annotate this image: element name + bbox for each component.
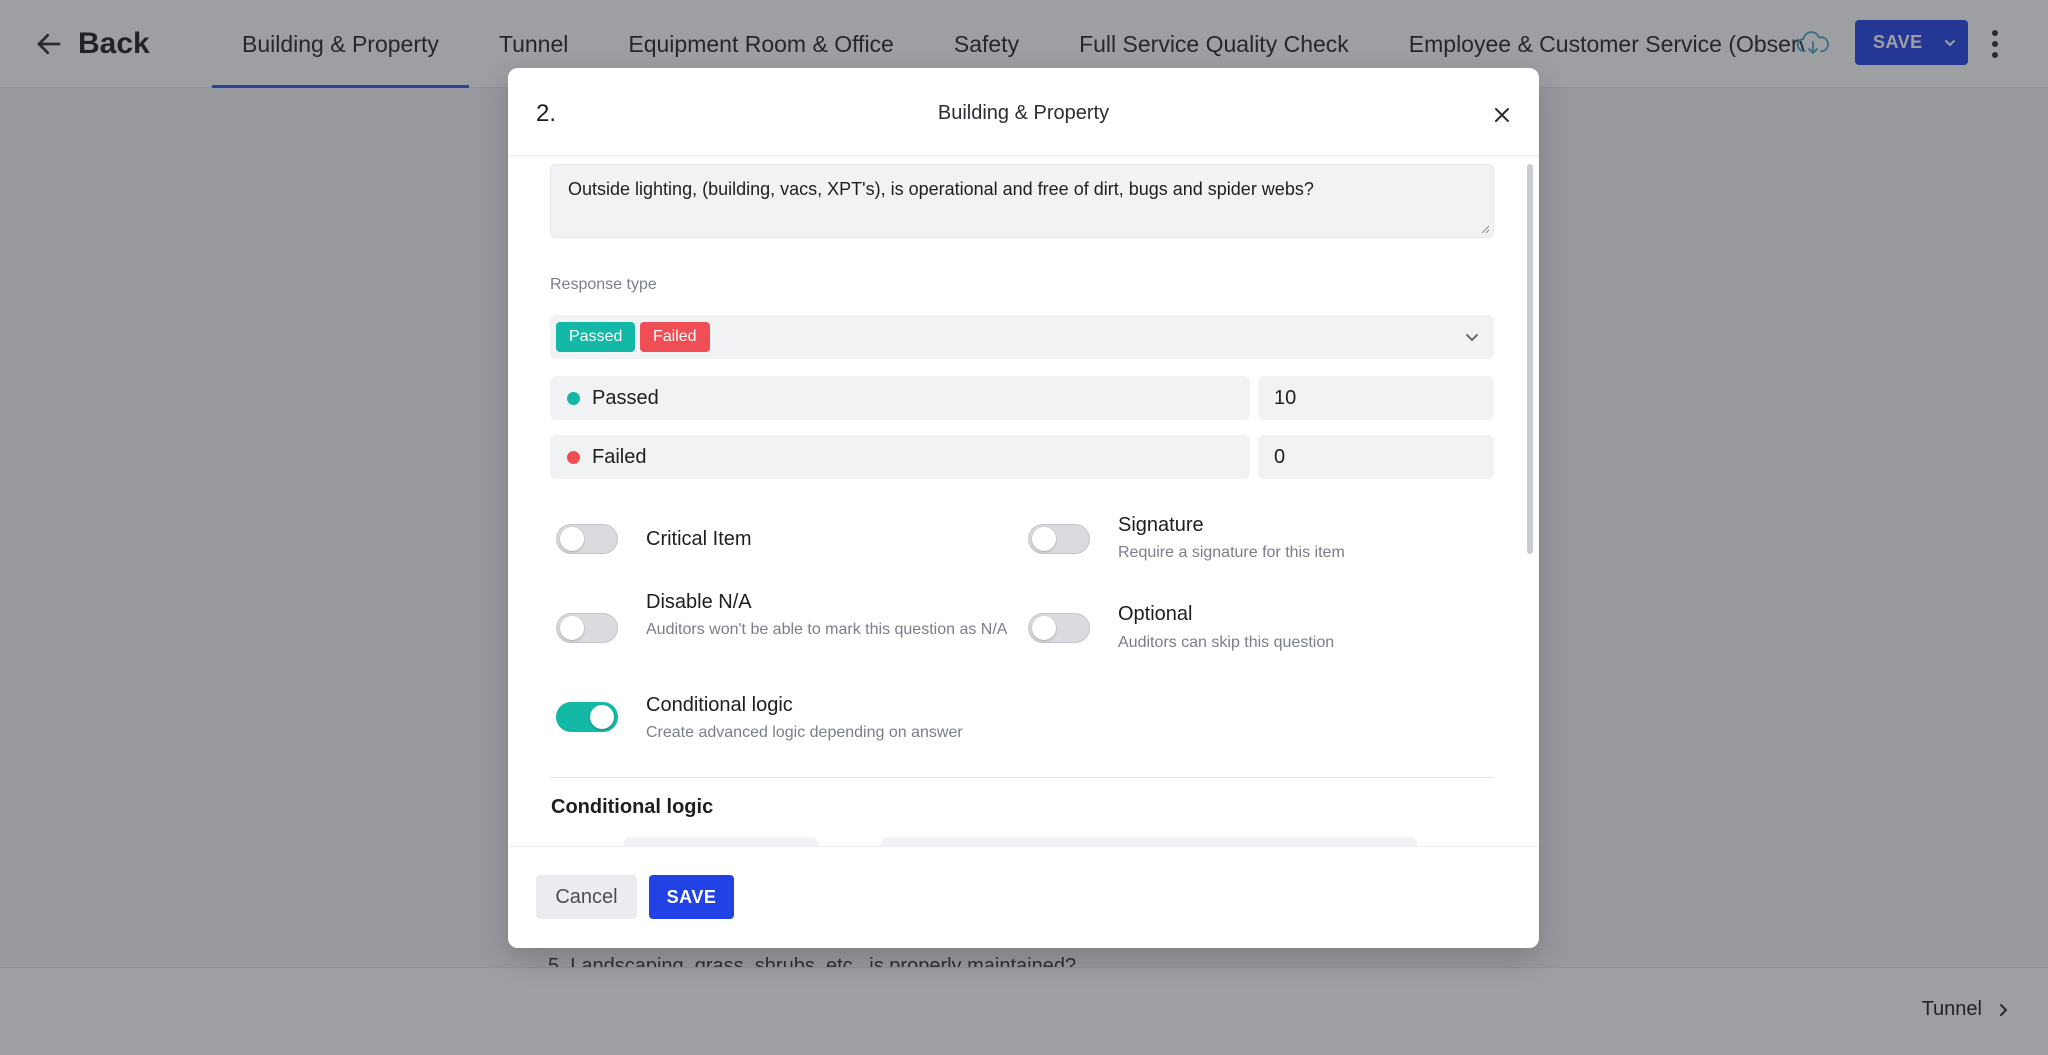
signature-toggle[interactable] — [1028, 524, 1090, 554]
response-label: Passed — [592, 386, 659, 409]
response-score-field[interactable]: 10 — [1258, 376, 1494, 420]
failed-dot-icon — [567, 450, 580, 464]
optional-label: Optional — [1118, 603, 1193, 625]
question-textarea[interactable]: Outside lighting, (building, vacs, XPT's… — [550, 164, 1494, 238]
conditional-logic-description: Create advanced logic depending on answe… — [646, 724, 963, 741]
modal-header: 2. Building & Property — [508, 68, 1539, 156]
divider — [550, 777, 1494, 778]
chip-failed: Failed — [640, 322, 710, 352]
conditional-logic-label: Conditional logic — [646, 694, 793, 716]
optional-toggle[interactable] — [1028, 613, 1090, 643]
disable-na-label: Disable N/A — [646, 591, 752, 613]
passed-dot-icon — [567, 391, 580, 405]
response-label-field[interactable]: Failed — [550, 435, 1250, 479]
save-button[interactable]: SAVE — [649, 875, 734, 919]
modal-footer: Cancel SAVE — [508, 846, 1539, 948]
critical-item-label: Critical Item — [646, 528, 752, 550]
disable-na-toggle[interactable] — [556, 613, 618, 643]
chevron-down-icon — [1466, 334, 1478, 341]
cancel-button[interactable]: Cancel — [536, 875, 637, 919]
response-score: 10 — [1274, 386, 1297, 409]
signature-description: Require a signature for this item — [1118, 544, 1345, 561]
response-score-field[interactable]: 0 — [1258, 435, 1494, 479]
response-label-field[interactable]: Passed — [550, 376, 1250, 420]
conditional-logic-toggle[interactable] — [556, 702, 618, 732]
response-row-passed: Passed 10 — [550, 376, 1494, 420]
modal-scrollbar[interactable] — [1527, 164, 1533, 554]
resize-handle-icon[interactable] — [1480, 224, 1490, 234]
close-icon[interactable] — [1493, 106, 1511, 124]
response-row-failed: Failed 0 — [550, 435, 1494, 479]
modal-title: Building & Property — [937, 102, 1110, 124]
conditional-logic-heading: Conditional logic — [551, 796, 714, 818]
edit-question-modal: 2. Building & Property Outside lighting,… — [508, 68, 1539, 948]
response-label: Failed — [592, 445, 647, 468]
response-type-select[interactable]: Passed Failed — [550, 315, 1494, 359]
question-text: Outside lighting, (building, vacs, XPT's… — [568, 179, 1314, 199]
disable-na-description: Auditors won't be able to mark this ques… — [646, 621, 1008, 638]
chip-passed: Passed — [556, 322, 636, 352]
signature-label: Signature — [1118, 514, 1204, 536]
response-score: 0 — [1274, 445, 1286, 468]
critical-item-toggle[interactable] — [556, 524, 618, 554]
optional-description: Auditors can skip this question — [1118, 634, 1335, 651]
response-type-label: Response type — [550, 276, 657, 293]
